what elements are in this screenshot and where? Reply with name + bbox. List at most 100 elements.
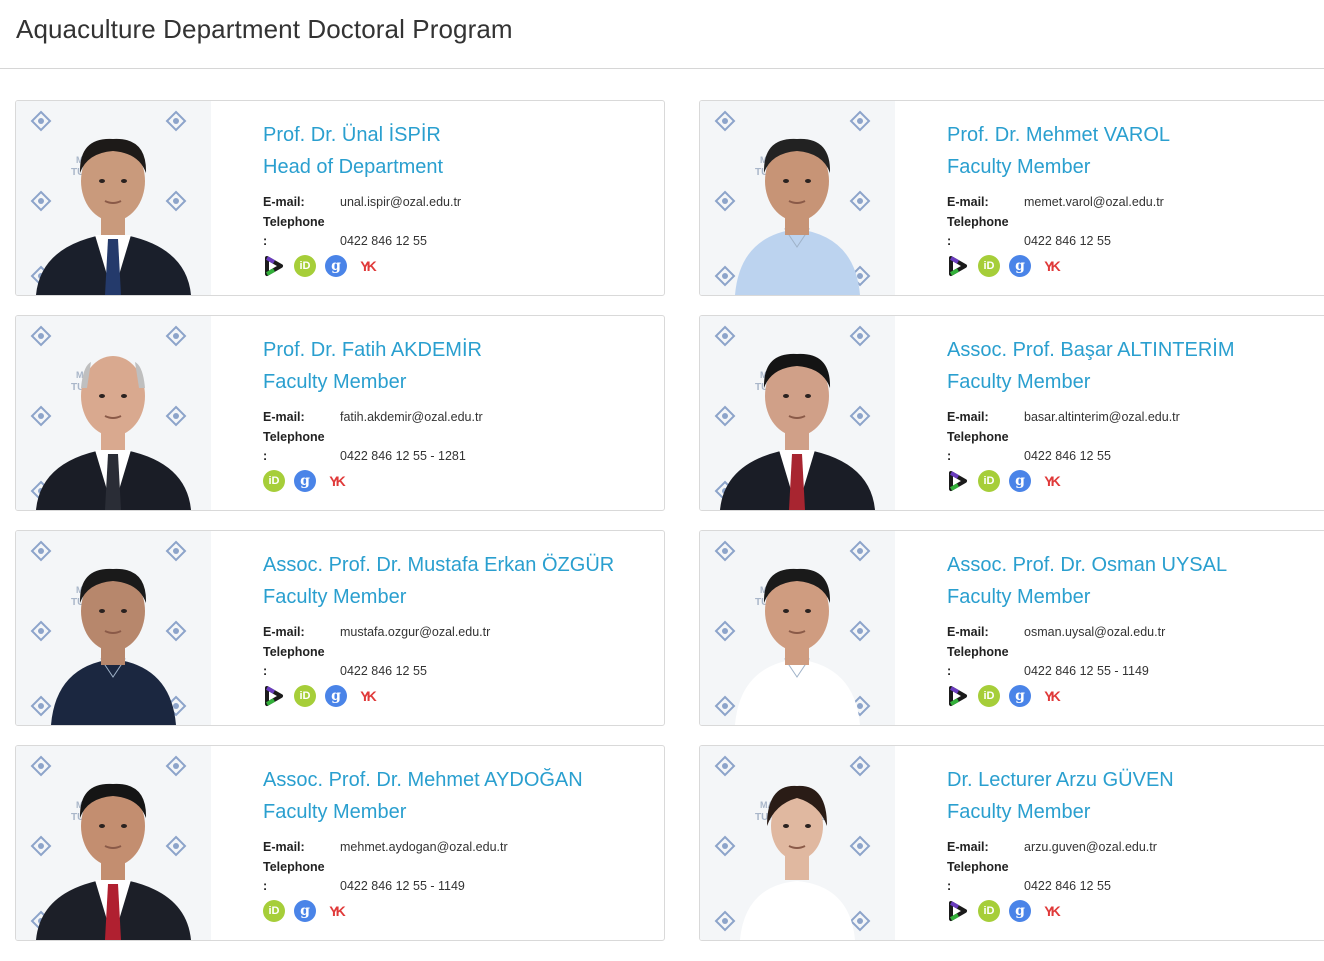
orcid-icon[interactable]: iD	[294, 684, 316, 707]
telephone-label: Telephone	[263, 429, 325, 444]
staff-role: Faculty Member	[947, 371, 1091, 393]
orcid-icon[interactable]: iD	[294, 254, 316, 277]
orcid-icon[interactable]: iD	[978, 254, 1000, 277]
email-label: E-mail:	[947, 410, 989, 424]
staff-card: MALATYATURGUT OZAL Dr. Lecturer Arzu GÜV…	[699, 745, 1324, 941]
email-value: arzu.guven@ozal.edu.tr	[1024, 840, 1157, 854]
contact-block: E-mail: arzu.guven@ozal.edu.tr Telephone …	[947, 838, 1324, 897]
orcid-icon[interactable]: iD	[263, 469, 285, 492]
publons-icon[interactable]	[947, 255, 969, 277]
email-value: unal.ispir@ozal.edu.tr	[340, 195, 462, 209]
staff-photo: MALATYATURGUT OZAL	[700, 316, 895, 510]
email-label: E-mail:	[263, 195, 305, 209]
telephone-colon: :	[947, 234, 952, 248]
telephone-label: Telephone	[263, 644, 325, 659]
profile-links: iD g YK	[263, 254, 653, 277]
staff-name-link[interactable]: Prof. Dr. Fatih AKDEMİR	[263, 334, 653, 366]
staff-role: Faculty Member	[263, 801, 407, 823]
staff-photo: MALATYATURGUT OZAL	[700, 746, 895, 940]
staff-photo: MALATYATURGUT OZAL	[700, 101, 895, 295]
profile-links: iD g YK	[263, 469, 653, 492]
google-scholar-icon[interactable]: g	[294, 899, 316, 922]
email-value: osman.uysal@ozal.edu.tr	[1024, 625, 1166, 639]
staff-card: MALATYATURGUT OZAL Assoc. Prof. Dr. Osma…	[699, 530, 1324, 726]
email-value: fatih.akdemir@ozal.edu.tr	[340, 410, 483, 424]
profile-links: iD g YK	[947, 254, 1324, 277]
publons-icon[interactable]	[947, 900, 969, 922]
staff-role: Faculty Member	[263, 371, 407, 393]
phone-value: 0422 846 12 55	[1024, 234, 1111, 248]
staff-info: Dr. Lecturer Arzu GÜVEN Faculty Member E…	[947, 764, 1324, 922]
google-scholar-icon[interactable]: g	[1009, 254, 1031, 277]
yok-icon[interactable]: YK	[1040, 685, 1062, 707]
staff-card: MALATYATURGUT OZAL Assoc. Prof. Dr. Must…	[15, 530, 665, 726]
profile-links: iD g YK	[947, 899, 1324, 922]
staff-name-link[interactable]: Assoc. Prof. Başar ALTINTERİM	[947, 334, 1324, 366]
phone-value: 0422 846 12 55 - 1149	[1024, 664, 1149, 678]
page-title: Aquaculture Department Doctoral Program	[16, 14, 513, 44]
staff-photo: MALATYATURGUT OZAL	[16, 746, 211, 940]
orcid-icon[interactable]: iD	[978, 684, 1000, 707]
staff-photo: MALATYATURGUT OZAL	[16, 101, 211, 295]
email-label: E-mail:	[263, 625, 305, 639]
staff-photo: MALATYATURGUT OZAL	[16, 316, 211, 510]
phone-value: 0422 846 12 55	[340, 664, 427, 678]
email-value: mustafa.ozgur@ozal.edu.tr	[340, 625, 491, 639]
yok-icon[interactable]: YK	[356, 255, 378, 277]
contact-block: E-mail: fatih.akdemir@ozal.edu.tr Telepho…	[263, 408, 653, 467]
publons-icon[interactable]	[947, 685, 969, 707]
yok-icon[interactable]: YK	[325, 900, 347, 922]
yok-icon[interactable]: YK	[356, 685, 378, 707]
google-scholar-icon[interactable]: g	[294, 469, 316, 492]
email-value: basar.altinterim@ozal.edu.tr	[1024, 410, 1180, 424]
yok-icon[interactable]: YK	[1040, 255, 1062, 277]
phone-value: 0422 846 12 55	[1024, 879, 1111, 893]
profile-links: iD g YK	[947, 469, 1324, 492]
telephone-label: Telephone	[947, 214, 1009, 229]
email-label: E-mail:	[263, 840, 305, 854]
profile-links: iD g YK	[263, 684, 653, 707]
staff-name-link[interactable]: Assoc. Prof. Dr. Osman UYSAL	[947, 549, 1324, 581]
google-scholar-icon[interactable]: g	[325, 684, 347, 707]
email-value: memet.varol@ozal.edu.tr	[1024, 195, 1164, 209]
telephone-label: Telephone	[947, 859, 1009, 874]
telephone-label: Telephone	[263, 859, 325, 874]
email-label: E-mail:	[947, 195, 989, 209]
staff-card: MALATYATURGUT OZAL Prof. Dr. Mehmet VARO…	[699, 100, 1324, 296]
email-label: E-mail:	[947, 840, 989, 854]
email-value: mehmet.aydogan@ozal.edu.tr	[340, 840, 508, 854]
contact-block: E-mail: mustafa.ozgur@ozal.edu.tr Telepho…	[263, 623, 653, 682]
yok-icon[interactable]: YK	[1040, 900, 1062, 922]
profile-links: iD g YK	[263, 899, 653, 922]
staff-info: Prof. Dr. Ünal İSPİR Head of Department …	[263, 119, 653, 277]
publons-icon[interactable]	[263, 685, 285, 707]
orcid-icon[interactable]: iD	[263, 899, 285, 922]
orcid-icon[interactable]: iD	[978, 899, 1000, 922]
staff-role: Faculty Member	[263, 586, 407, 608]
google-scholar-icon[interactable]: g	[1009, 469, 1031, 492]
staff-info: Prof. Dr. Fatih AKDEMİR Faculty Member E…	[263, 334, 653, 492]
contact-block: E-mail: memet.varol@ozal.edu.tr Telephone…	[947, 193, 1324, 252]
telephone-colon: :	[947, 449, 952, 463]
google-scholar-icon[interactable]: g	[1009, 899, 1031, 922]
telephone-label: Telephone	[947, 644, 1009, 659]
staff-name-link[interactable]: Prof. Dr. Mehmet VAROL	[947, 119, 1324, 151]
publons-icon[interactable]	[947, 470, 969, 492]
staff-role: Head of Department	[263, 156, 444, 178]
staff-name-link[interactable]: Dr. Lecturer Arzu GÜVEN	[947, 764, 1324, 796]
orcid-icon[interactable]: iD	[978, 469, 1000, 492]
staff-name-link[interactable]: Assoc. Prof. Dr. Mustafa Erkan ÖZGÜR	[263, 549, 653, 581]
google-scholar-icon[interactable]: g	[325, 254, 347, 277]
yok-icon[interactable]: YK	[1040, 470, 1062, 492]
telephone-colon: :	[263, 449, 268, 463]
publons-icon[interactable]	[263, 255, 285, 277]
staff-card: MALATYATURGUT OZAL Assoc. Prof. Dr. Mehm…	[15, 745, 665, 941]
staff-name-link[interactable]: Assoc. Prof. Dr. Mehmet AYDOĞAN	[263, 764, 653, 796]
telephone-colon: :	[263, 234, 268, 248]
contact-block: E-mail: mehmet.aydogan@ozal.edu.tr Teleph…	[263, 838, 653, 897]
yok-icon[interactable]: YK	[325, 470, 347, 492]
google-scholar-icon[interactable]: g	[1009, 684, 1031, 707]
telephone-colon: :	[947, 664, 952, 678]
staff-name-link[interactable]: Prof. Dr. Ünal İSPİR	[263, 119, 653, 151]
phone-value: 0422 846 12 55 - 1149	[340, 879, 465, 893]
